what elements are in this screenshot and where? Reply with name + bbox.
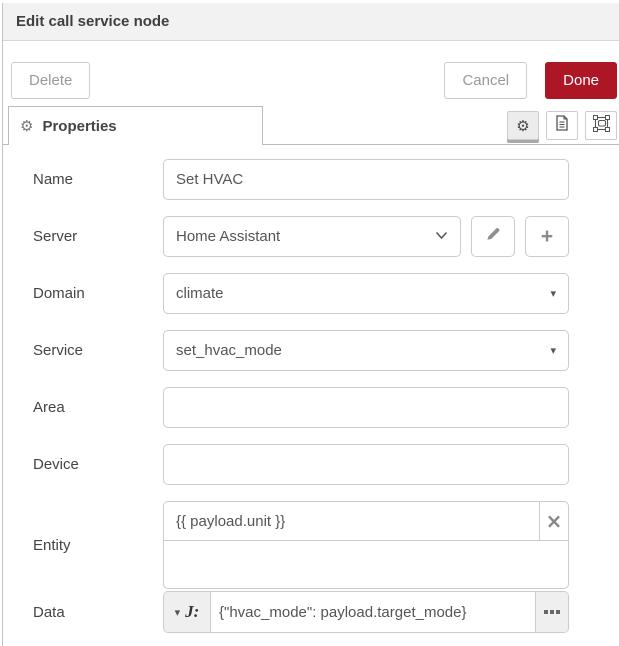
entity-list-widget: × [163, 501, 569, 589]
data-type-select-button[interactable]: ▾ J: [164, 592, 211, 632]
entity-empty-slot[interactable] [164, 541, 568, 588]
edit-node-dialog: Edit call service node Delete Cancel Don… [2, 3, 619, 646]
name-row: Name [33, 159, 619, 200]
tab-action-buttons: ⚙ [507, 111, 617, 140]
dialog-header: Edit call service node [3, 3, 619, 41]
entity-item: × [164, 502, 568, 541]
server-selected-value: Home Assistant [176, 228, 280, 245]
area-row: Area [33, 387, 619, 428]
name-label: Name [33, 171, 163, 188]
caret-down-icon: ▾ [175, 606, 181, 619]
properties-view-button[interactable]: ⚙ [507, 111, 539, 140]
area-input[interactable] [163, 387, 569, 428]
editor-tabbar: ⚙ Properties ⚙ [3, 106, 619, 145]
server-select[interactable]: Home Assistant [163, 216, 461, 257]
server-row: Server Home Assistant + [33, 216, 619, 257]
service-selected-value: set_hvac_mode [176, 342, 282, 359]
device-label: Device [33, 456, 163, 473]
domain-select[interactable]: climate ▾ [163, 273, 569, 314]
chevron-down-icon [435, 231, 448, 243]
data-label: Data [33, 604, 163, 621]
server-label: Server [33, 228, 163, 245]
description-view-button[interactable] [546, 111, 578, 140]
entity-row: Entity × [33, 501, 619, 589]
ellipsis-icon [544, 610, 548, 614]
cancel-button[interactable]: Cancel [444, 62, 527, 99]
device-row: Device [33, 444, 619, 485]
document-icon [555, 115, 569, 136]
gear-icon: ⚙ [20, 117, 33, 135]
pencil-icon [485, 226, 501, 247]
service-row: Service set_hvac_mode ▾ [33, 330, 619, 371]
service-select[interactable]: set_hvac_mode ▾ [163, 330, 569, 371]
add-server-button[interactable]: + [525, 216, 569, 257]
tab-properties[interactable]: ⚙ Properties [8, 106, 263, 145]
remove-entity-button[interactable]: × [539, 502, 568, 540]
service-label: Service [33, 342, 163, 359]
appearance-icon [593, 115, 610, 137]
done-button[interactable]: Done [545, 62, 617, 99]
area-label: Area [33, 399, 163, 416]
ellipsis-icon [550, 610, 554, 614]
domain-label: Domain [33, 285, 163, 302]
entity-label: Entity [33, 537, 163, 554]
close-icon: × [546, 509, 563, 533]
edit-server-button[interactable] [471, 216, 515, 257]
entity-input[interactable] [164, 502, 539, 540]
dialog-button-row: Delete Cancel Done [3, 41, 619, 99]
data-input[interactable] [211, 592, 535, 632]
expand-data-editor-button[interactable] [535, 592, 568, 632]
json-type-icon: J: [185, 602, 199, 622]
domain-selected-value: climate [176, 285, 224, 302]
data-row: Data ▾ J: [33, 591, 619, 633]
gear-icon: ⚙ [516, 117, 529, 135]
plus-icon: + [541, 225, 553, 249]
delete-button[interactable]: Delete [11, 62, 90, 99]
device-input[interactable] [163, 444, 569, 485]
caret-down-icon: ▾ [550, 344, 556, 357]
domain-row: Domain climate ▾ [33, 273, 619, 314]
caret-down-icon: ▾ [550, 287, 556, 300]
properties-form: Name Server Home Assistant + [3, 145, 619, 633]
appearance-view-button[interactable] [585, 111, 617, 140]
data-typed-input: ▾ J: [163, 591, 569, 633]
name-input[interactable] [163, 159, 569, 200]
ellipsis-icon [556, 610, 560, 614]
dialog-title: Edit call service node [16, 13, 169, 30]
tab-properties-label: Properties [42, 118, 116, 135]
